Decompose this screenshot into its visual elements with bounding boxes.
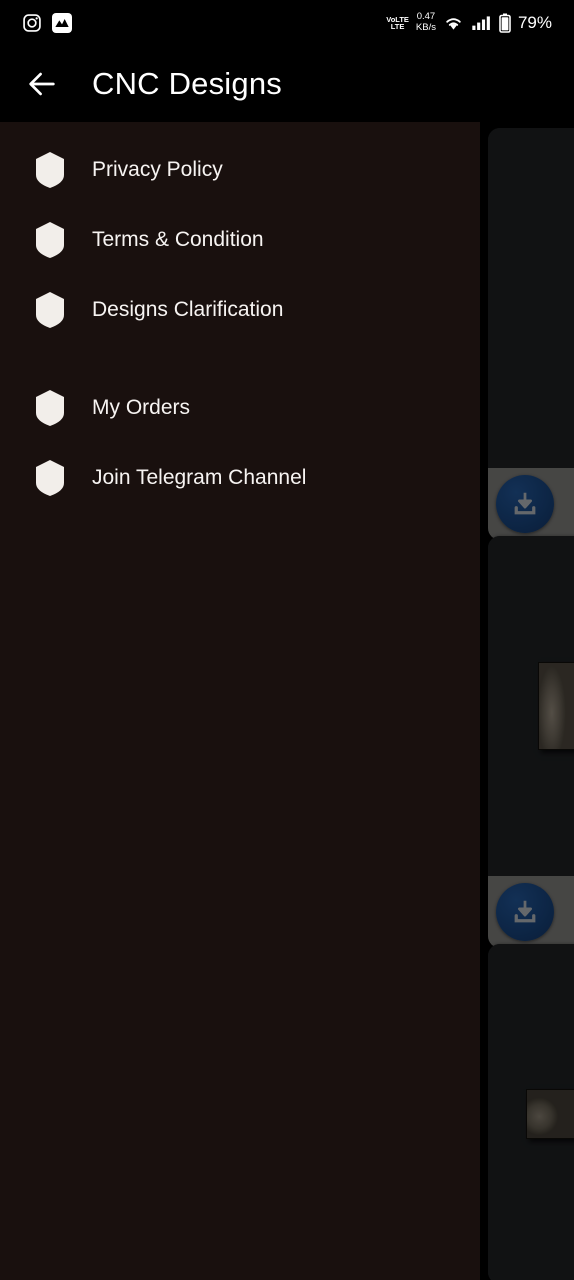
instagram-icon bbox=[23, 14, 41, 32]
app-bar: CNC Designs bbox=[0, 46, 574, 122]
drawer-item-designs-clarification[interactable]: Designs Clarification bbox=[0, 286, 480, 334]
design-thumbnail-image bbox=[526, 1089, 574, 1139]
drawer-item-label: Terms & Condition bbox=[92, 228, 264, 251]
volte-icon: VoLTE LTE bbox=[386, 15, 409, 31]
battery-percentage: 79% bbox=[517, 13, 552, 32]
shield-icon bbox=[36, 222, 64, 258]
drawer-item-join-telegram-channel[interactable]: Join Telegram Channel bbox=[0, 454, 480, 502]
back-button[interactable] bbox=[14, 56, 70, 112]
design-thumbnail-area bbox=[488, 536, 574, 876]
design-card-2[interactable] bbox=[488, 536, 574, 948]
network-speed-unit: KB/s bbox=[415, 22, 436, 33]
download-button[interactable] bbox=[496, 883, 554, 941]
volte-bottom-label: LTE bbox=[390, 22, 405, 31]
shield-icon bbox=[36, 390, 64, 426]
phone-screen: D Privacy Policy Terms & Condition bbox=[0, 0, 574, 1280]
drawer-item-label: Join Telegram Channel bbox=[92, 466, 307, 489]
drawer-item-terms-condition[interactable]: Terms & Condition bbox=[0, 216, 480, 264]
design-thumbnail-image bbox=[538, 662, 574, 750]
back-arrow-icon bbox=[29, 72, 55, 96]
shield-icon bbox=[36, 460, 64, 496]
download-button[interactable] bbox=[496, 475, 554, 533]
drawer-item-privacy-policy[interactable]: Privacy Policy bbox=[0, 146, 480, 194]
photo-glyph-icon bbox=[55, 19, 69, 27]
page-title: CNC Designs bbox=[92, 66, 282, 101]
drawer-item-label: My Orders bbox=[92, 396, 191, 419]
status-bar-notifications bbox=[22, 13, 72, 33]
design-card-1[interactable] bbox=[488, 128, 574, 540]
shield-icon bbox=[36, 152, 64, 188]
drawer-menu-list: Privacy Policy Terms & Condition Designs… bbox=[0, 122, 480, 502]
network-speed-indicator: 0.47 KB/s bbox=[415, 11, 436, 34]
wifi-icon bbox=[446, 18, 461, 30]
status-bar: VoLTE LTE 0.47 KB/s 79% bbox=[0, 0, 574, 46]
battery-icon bbox=[499, 13, 511, 33]
navigation-drawer: Privacy Policy Terms & Condition Designs… bbox=[0, 122, 480, 1280]
download-icon bbox=[514, 900, 536, 923]
design-thumbnail-area bbox=[488, 944, 574, 1280]
drawer-item-label: Designs Clarification bbox=[92, 298, 284, 321]
photo-notification-icon bbox=[52, 13, 72, 33]
drawer-item-my-orders[interactable]: My Orders bbox=[0, 384, 480, 432]
design-thumbnail-area bbox=[488, 128, 574, 468]
shield-icon bbox=[36, 292, 64, 328]
download-icon bbox=[514, 492, 536, 515]
signal-bars-icon bbox=[472, 16, 490, 30]
card-footer-bar bbox=[488, 468, 574, 540]
design-card-3[interactable] bbox=[488, 944, 574, 1280]
card-footer-bar bbox=[488, 876, 574, 948]
status-bar-indicators: VoLTE LTE 0.47 KB/s 79% bbox=[386, 11, 552, 34]
drawer-item-label: Privacy Policy bbox=[92, 158, 223, 181]
